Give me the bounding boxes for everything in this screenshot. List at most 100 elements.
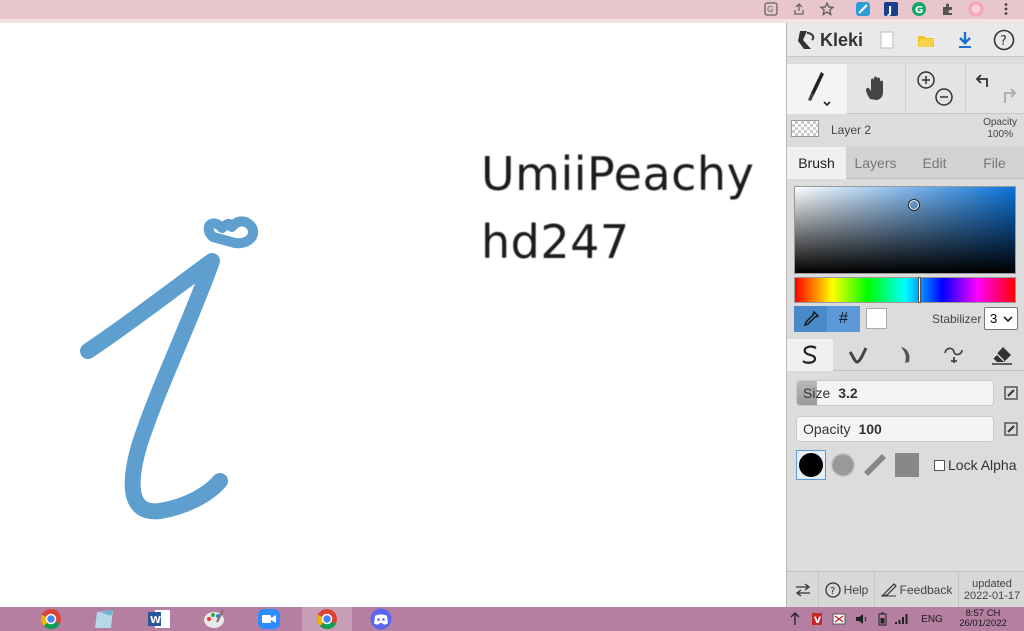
color-tools-row: # Stabilizer 3 bbox=[794, 306, 1020, 332]
color-picker-cursor[interactable] bbox=[908, 199, 920, 211]
help-button[interactable]: ? Help bbox=[819, 572, 875, 608]
tray-app-icon[interactable] bbox=[830, 610, 848, 628]
svg-text:W: W bbox=[150, 615, 161, 626]
taskbar-word[interactable]: W bbox=[136, 607, 182, 631]
line-brush-icon bbox=[944, 347, 963, 363]
new-file-icon[interactable] bbox=[875, 28, 899, 52]
tab-brush[interactable]: Brush bbox=[787, 147, 846, 179]
chrome-icon bbox=[41, 609, 61, 630]
download-icon[interactable] bbox=[953, 28, 977, 52]
opacity-slider[interactable]: Opacity 100 bbox=[796, 416, 994, 442]
taskbar-chrome-active[interactable] bbox=[302, 607, 352, 631]
svg-text:?: ? bbox=[1000, 34, 1007, 49]
hand-tool-button[interactable] bbox=[847, 64, 905, 114]
browser-toolbar: G J G bbox=[0, 0, 1024, 19]
extension-feather-icon[interactable] bbox=[855, 1, 871, 17]
color-saturation-picker[interactable] bbox=[794, 186, 1016, 274]
grammarly-icon[interactable]: G bbox=[911, 1, 927, 17]
stabilizer-label: Stabilizer bbox=[932, 312, 982, 326]
share-icon[interactable] bbox=[791, 1, 807, 17]
edit-opacity-icon[interactable] bbox=[1003, 421, 1019, 437]
kleki-side-panel: Kleki ? Layer 2 Opacity 100% Brush Layer… bbox=[786, 23, 1024, 608]
edit-size-icon[interactable] bbox=[1003, 385, 1019, 401]
changelog-link[interactable]: updated 2022-01-17 bbox=[959, 572, 1024, 608]
stroke-letter-l bbox=[80, 253, 228, 520]
hue-slider-handle[interactable] bbox=[918, 277, 921, 303]
kleki-logo[interactable]: Kleki bbox=[797, 29, 863, 51]
paint-palette-icon bbox=[204, 609, 224, 628]
layer-thumbnail bbox=[791, 120, 819, 137]
swap-side-button[interactable] bbox=[787, 572, 819, 608]
tray-language[interactable]: ENG bbox=[916, 610, 948, 628]
lock-alpha-toggle[interactable]: Lock Alpha bbox=[934, 450, 1017, 480]
layer-opacity-label: Opacity bbox=[983, 117, 1017, 128]
lock-alpha-checkbox[interactable] bbox=[934, 459, 945, 471]
tab-layers[interactable]: Layers bbox=[846, 147, 905, 179]
zoom-icon[interactable] bbox=[914, 69, 958, 109]
layer-preview-row[interactable]: Layer 2 Opacity 100% bbox=[787, 115, 1024, 143]
tray-battery-icon[interactable] bbox=[874, 610, 890, 628]
tab-edit[interactable]: Edit bbox=[905, 147, 964, 179]
help-circle-icon[interactable]: ? bbox=[992, 28, 1016, 52]
brush-tool-button[interactable] bbox=[787, 64, 847, 114]
blend-brush-button[interactable] bbox=[835, 339, 881, 371]
tab-file[interactable]: File bbox=[965, 147, 1024, 179]
canvas-text-line-1: UmiiPeachy bbox=[481, 147, 755, 201]
chisel-shape-button[interactable] bbox=[860, 450, 890, 480]
undo-redo-icon[interactable] bbox=[973, 69, 1019, 109]
eraser-icon bbox=[992, 347, 1012, 365]
size-value: 3.2 bbox=[838, 385, 858, 401]
hue-slider[interactable] bbox=[794, 277, 1016, 303]
extension-j-icon[interactable]: J bbox=[883, 1, 899, 17]
size-slider[interactable]: Size 3.2 bbox=[796, 380, 994, 406]
svg-text:J: J bbox=[887, 4, 892, 17]
sketchy-brush-button[interactable] bbox=[883, 339, 929, 371]
browser-menu-icon[interactable] bbox=[998, 1, 1014, 17]
blend-brush-icon bbox=[848, 347, 868, 364]
eraser-button[interactable] bbox=[979, 339, 1024, 371]
secondary-color-swatch[interactable] bbox=[866, 308, 887, 329]
taskbar-app-partial[interactable] bbox=[0, 607, 8, 631]
tray-network-icon[interactable] bbox=[786, 610, 804, 628]
taskbar-zoom[interactable] bbox=[246, 607, 292, 631]
hex-input-button[interactable]: # bbox=[827, 306, 860, 332]
pen-brush-icon bbox=[802, 345, 817, 364]
stabilizer-select[interactable]: 3 bbox=[984, 307, 1018, 330]
extensions-puzzle-icon[interactable] bbox=[940, 1, 956, 17]
layer-name: Layer 2 bbox=[831, 123, 872, 137]
panel-tabs: Brush Layers Edit File bbox=[787, 147, 1024, 179]
help-icon: ? bbox=[825, 582, 841, 598]
svg-text:?: ? bbox=[830, 586, 835, 597]
panel-footer: ? Help Feedback updated 2022-01-17 bbox=[787, 571, 1024, 608]
updated-label: updated bbox=[972, 578, 1012, 590]
tray-volume-icon[interactable] bbox=[852, 610, 870, 628]
taskbar-notepad[interactable] bbox=[82, 607, 128, 631]
bookmark-star-icon[interactable] bbox=[819, 1, 835, 17]
taskbar-discord[interactable] bbox=[358, 607, 404, 631]
swap-arrows-icon bbox=[795, 583, 810, 597]
undo-redo-buttons bbox=[965, 64, 1024, 114]
tool-row bbox=[787, 64, 1024, 114]
canvas-text-line-2: hd247 bbox=[481, 215, 630, 269]
open-folder-icon[interactable] bbox=[914, 28, 938, 52]
translate-icon[interactable]: G bbox=[763, 1, 779, 17]
taskbar-paint[interactable] bbox=[192, 607, 238, 631]
drawing-canvas[interactable]: UmiiPeachy hd247 bbox=[0, 23, 786, 607]
tray-antivirus-icon[interactable]: V bbox=[808, 610, 826, 628]
profile-avatar-icon[interactable] bbox=[968, 1, 984, 17]
svg-text:G: G bbox=[915, 5, 923, 16]
tray-wifi-icon[interactable] bbox=[892, 610, 910, 628]
line-brush-button[interactable] bbox=[931, 339, 977, 371]
taskbar-chrome[interactable] bbox=[28, 607, 74, 631]
chrome-icon bbox=[317, 609, 337, 630]
discord-icon bbox=[370, 608, 392, 630]
round-shape-button[interactable] bbox=[796, 450, 826, 480]
soft-shape-button[interactable] bbox=[828, 450, 858, 480]
zoom-video-icon bbox=[258, 609, 280, 629]
square-shape-button[interactable] bbox=[892, 450, 922, 480]
feedback-button[interactable]: Feedback bbox=[875, 572, 959, 608]
chisel-shape-icon bbox=[864, 454, 886, 476]
eyedropper-icon[interactable] bbox=[794, 306, 827, 332]
tray-clock[interactable]: 8:57 CH 26/01/2022 bbox=[955, 609, 1011, 629]
pen-brush-button[interactable] bbox=[787, 339, 833, 371]
